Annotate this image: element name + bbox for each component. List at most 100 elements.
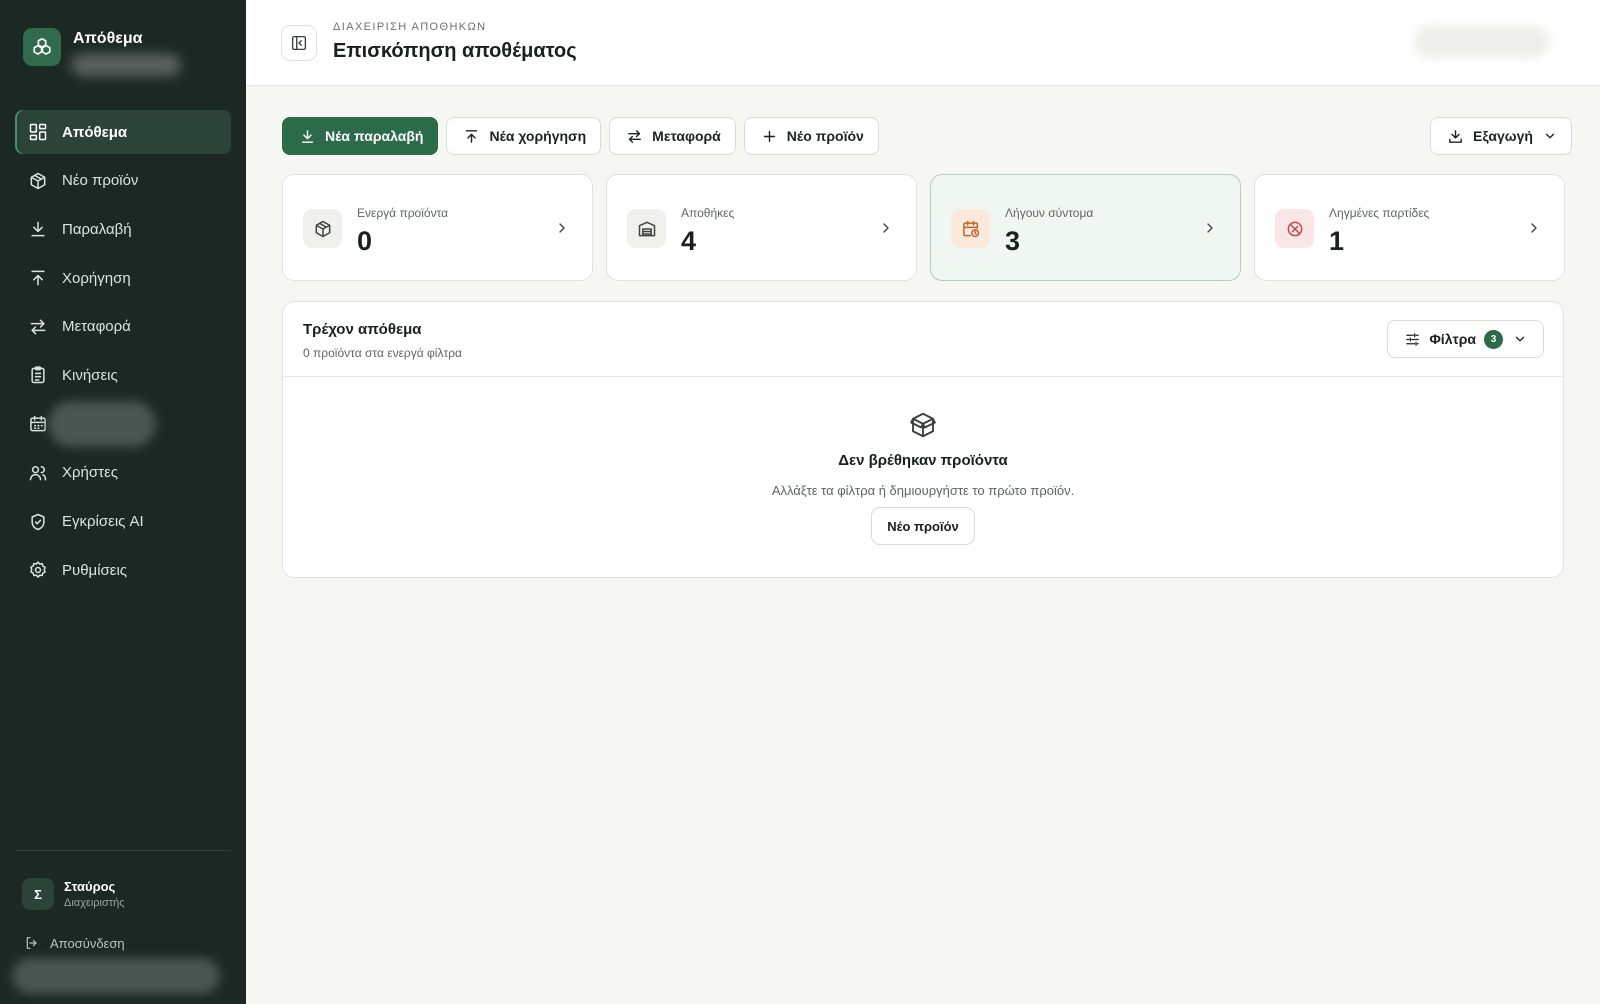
- stat-card-warehouses[interactable]: Αποθήκες 4: [606, 174, 917, 281]
- user-name: Σταύρος: [64, 879, 116, 894]
- sidebar-item-ai-approvals[interactable]: Εγκρίσεις AI: [15, 500, 231, 544]
- sidebar-item-label: Χρήστες: [62, 464, 118, 482]
- sidebar-item-label: Νέο προϊόν: [62, 172, 139, 190]
- empty-text: Αλλάξτε τα φίλτρα ή δημιουργήστε το πρώτ…: [771, 483, 1075, 498]
- sidebar-item-users[interactable]: Χρήστες: [15, 451, 231, 495]
- sidebar-item-label: Ρυθμίσεις: [62, 561, 128, 579]
- sidebar-item-movements[interactable]: Κινήσεις: [15, 353, 231, 397]
- logout-icon: [26, 937, 37, 949]
- calendar-icon: [30, 415, 46, 432]
- sidebar-item-dispense[interactable]: Χορήγηση: [15, 256, 231, 300]
- grid-icon: [29, 123, 47, 141]
- shield-check-icon: [31, 513, 45, 530]
- brand-logo-icon: [23, 28, 61, 66]
- stat-value: 1: [1329, 226, 1345, 256]
- user-role: Διαχειριστής: [64, 897, 125, 909]
- warehouse-icon: [627, 209, 666, 248]
- new-dispense-label: Νέα χορήγηση: [489, 128, 587, 144]
- stat-value: 0: [357, 226, 373, 256]
- stat-label: Λήγουν σύντομα: [1005, 206, 1094, 220]
- sidebar-item-receipt[interactable]: Παραλαβή: [15, 207, 231, 251]
- empty-state: Δεν βρέθηκαν προϊόντα Αλλάξτε τα φίλτρα …: [283, 410, 1563, 545]
- sidebar-item-label: Μεταφορά: [62, 318, 131, 336]
- download-icon: [31, 221, 45, 237]
- logout-link[interactable]: Αποσύνδεση: [24, 935, 125, 951]
- upload-icon: [31, 270, 45, 286]
- users-icon: [29, 465, 47, 481]
- avatar: Σ: [22, 878, 54, 910]
- redacted-header-control: [1414, 26, 1550, 58]
- new-receipt-label: Νέα παραλαβή: [325, 128, 424, 144]
- sidebar-item-redacted[interactable]: [15, 401, 231, 448]
- sidebar-item-inventory[interactable]: Απόθεμα: [15, 110, 231, 154]
- user-profile[interactable]: Σ Σταύρος Διαχειριστής: [22, 878, 125, 910]
- sidebar-item-new-product[interactable]: Νέο προϊόν: [15, 159, 231, 203]
- page-title: Επισκόπηση αποθέματος: [333, 40, 577, 62]
- stat-label: Ενεργά προϊόντα: [357, 206, 449, 220]
- panel-subtitle: 0 προϊόντα στα ενεργά φίλτρα: [303, 346, 462, 360]
- chevron-right-icon: [1207, 223, 1213, 233]
- stat-card-expiring-soon[interactable]: Λήγουν σύντομα 3: [930, 174, 1241, 281]
- filters-label: Φίλτρα: [1429, 331, 1476, 347]
- panel-left-icon: [291, 35, 307, 51]
- empty-title: Δεν βρέθηκαν προϊόντα: [838, 452, 1008, 469]
- package-plus-icon: [30, 172, 46, 189]
- gear-icon: [30, 561, 46, 579]
- panel-header: Τρέχον απόθεμα 0 προϊόντα στα ενεργά φίλ…: [283, 302, 1563, 377]
- sidebar-item-label: Εγκρίσεις AI: [62, 513, 144, 530]
- arrows-swap-icon: [30, 319, 46, 335]
- stat-label: Ληγμένες παρτίδες: [1329, 206, 1430, 220]
- filters-count-badge: 3: [1484, 329, 1503, 349]
- stat-card-active-products[interactable]: Ενεργά προϊόντα 0: [282, 174, 593, 281]
- clipboard-list-icon: [31, 366, 45, 384]
- sidebar-item-label: Χορήγηση: [62, 269, 131, 287]
- sliders-icon: [1406, 332, 1420, 346]
- panel-title: Τρέχον απόθεμα: [303, 321, 422, 338]
- stat-card-expired-batches[interactable]: Ληγμένες παρτίδες 1: [1254, 174, 1565, 281]
- stat-value: 3: [1005, 226, 1021, 256]
- logout-label: Αποσύνδεση: [50, 935, 125, 951]
- transfer-button[interactable]: Μεταφορά: [609, 117, 736, 155]
- chevron-right-icon: [559, 223, 565, 233]
- export-label: Εξαγωγή: [1473, 128, 1533, 144]
- new-dispense-button[interactable]: Νέα χορήγηση: [446, 117, 602, 155]
- breadcrumb: ΔΙΑΧΕΙΡΙΣΗ ΑΠΟΘΗΚΩΝ: [333, 21, 487, 33]
- download-icon: [1449, 129, 1462, 143]
- brand[interactable]: Απόθεμα: [23, 28, 181, 76]
- plus-icon: [763, 130, 775, 142]
- new-product-label: Νέο προϊόν: [786, 128, 864, 144]
- redacted-label: [48, 401, 156, 448]
- sidebar-item-transfer[interactable]: Μεταφορά: [15, 305, 231, 349]
- stat-label: Αποθήκες: [681, 206, 735, 220]
- upload-icon: [466, 129, 478, 143]
- sidebar-item-settings[interactable]: Ρυθμίσεις: [15, 548, 231, 592]
- pill-off-icon: [1275, 209, 1314, 248]
- box-icon: [910, 412, 936, 438]
- sidebar-item-label: Κινήσεις: [62, 366, 118, 384]
- new-product-button[interactable]: Νέο προϊόν: [743, 117, 879, 155]
- sidebar-divider: [15, 850, 231, 851]
- sidebar-item-label: Παραλαβή: [62, 220, 132, 238]
- stat-value: 4: [681, 226, 697, 256]
- chevron-down-icon: [1515, 336, 1525, 342]
- chevron-right-icon: [1531, 223, 1537, 233]
- action-toolbar: Νέα παραλαβή Νέα χορήγηση Μεταφορά Νέο π…: [282, 117, 887, 155]
- new-receipt-button[interactable]: Νέα παραλαβή: [282, 117, 439, 155]
- empty-new-product-button[interactable]: Νέο προϊόν: [871, 507, 975, 545]
- filters-button[interactable]: Φίλτρα 3: [1387, 320, 1544, 358]
- sidebar: Απόθεμα Απόθεμα Νέο προϊόν Παραλαβή Χορή…: [0, 0, 246, 1004]
- redacted-footer: [12, 958, 220, 994]
- transfer-label: Μεταφορά: [652, 128, 721, 144]
- redacted-brand-subtitle: [71, 54, 181, 76]
- stat-cards: Ενεργά προϊόντα 0 Αποθήκες 4 Λήγουν σύντ…: [282, 174, 1565, 281]
- arrows-swap-icon: [628, 129, 642, 143]
- chevron-right-icon: [883, 223, 889, 233]
- sidebar-nav: Απόθεμα Νέο προϊόν Παραλαβή Χορήγηση Μετ…: [15, 110, 231, 597]
- sidebar-toggle-button[interactable]: [281, 25, 317, 61]
- page-header: ΔΙΑΧΕΙΡΙΣΗ ΑΠΟΘΗΚΩΝ Επισκόπηση αποθέματο…: [246, 0, 1600, 86]
- brand-title: Απόθεμα: [73, 30, 143, 47]
- export-button[interactable]: Εξαγωγή: [1430, 117, 1572, 155]
- download-icon: [301, 129, 314, 143]
- sidebar-item-label: Απόθεμα: [62, 123, 128, 141]
- current-stock-panel: Τρέχον απόθεμα 0 προϊόντα στα ενεργά φίλ…: [282, 301, 1564, 578]
